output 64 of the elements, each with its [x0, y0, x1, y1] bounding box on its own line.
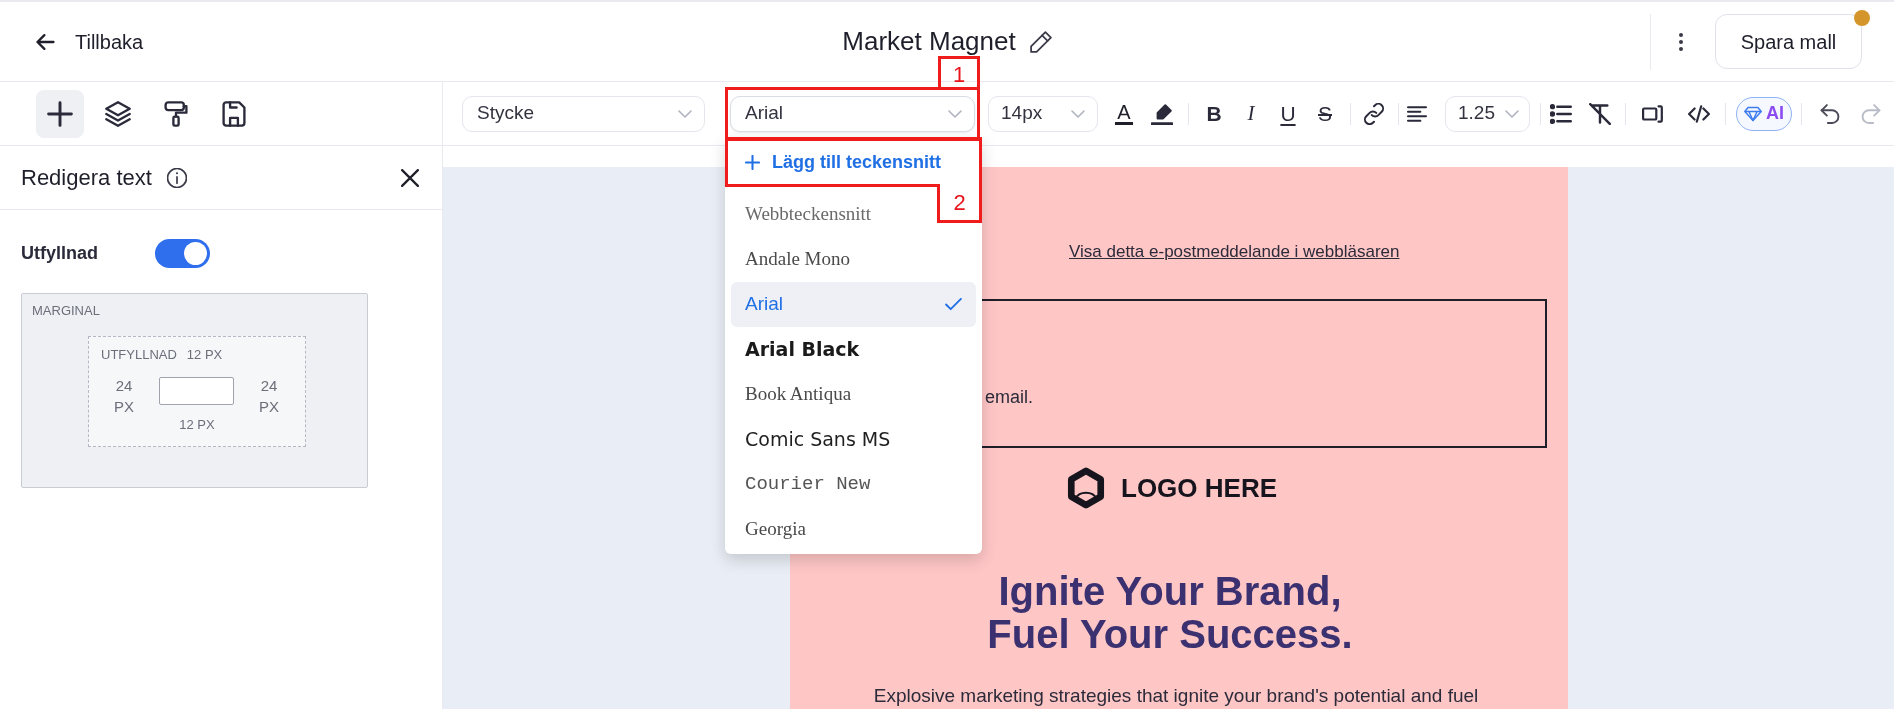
annotation-number: 1 — [938, 55, 980, 90]
layers-icon — [105, 100, 131, 127]
margin-label: MARGINAL — [32, 303, 100, 319]
plus-icon — [47, 100, 73, 127]
panel-title: Redigera text — [21, 164, 152, 192]
padding-label: UTFYLLNAD — [101, 347, 177, 363]
ai-button[interactable]: AI — [1736, 96, 1792, 131]
chevron-down-icon — [1505, 109, 1519, 118]
bold-button[interactable]: B — [1198, 97, 1230, 130]
bulleted-list-icon[interactable] — [1550, 103, 1572, 124]
clear-format-icon[interactable] — [1589, 102, 1611, 125]
font-option[interactable]: Georgia — [731, 507, 976, 552]
font-size-select[interactable]: 14px — [988, 95, 1098, 132]
chevron-down-icon — [1071, 109, 1085, 118]
body-text: email. — [985, 387, 1033, 407]
font-select[interactable]: Arial — [730, 95, 975, 132]
tag-box-icon[interactable] — [1642, 103, 1664, 124]
kebab-menu-icon[interactable] — [1678, 31, 1684, 52]
toggle-label: Utfyllnad — [21, 242, 99, 265]
align-left-icon[interactable] — [1406, 104, 1428, 123]
add-font-button[interactable]: Lägg till teckensnitt — [728, 140, 979, 184]
font-option[interactable]: Arial Black — [731, 327, 976, 372]
close-icon[interactable] — [401, 168, 419, 187]
padding-value: 12 PX — [186, 347, 223, 363]
save-template-button[interactable]: Spara mall — [1715, 14, 1862, 69]
annotation-number: 2 — [937, 184, 982, 223]
arrow-left-icon — [36, 33, 55, 50]
strikethrough-button[interactable]: S — [1309, 97, 1341, 130]
block-style-select[interactable]: Stycke — [462, 95, 705, 132]
font-option[interactable]: Courier New — [731, 462, 976, 507]
line-height-select[interactable]: 1.25 — [1445, 95, 1530, 132]
highlighter-icon[interactable] — [1151, 102, 1173, 125]
chevron-down-icon — [948, 109, 962, 118]
font-group-label: Webbteckensnitt — [745, 202, 872, 227]
padding-value: 24 PX — [258, 376, 280, 417]
browser-link[interactable]: Visa detta e-postmeddelande i webbläsaren — [1069, 242, 1400, 262]
pencil-icon[interactable] — [1029, 30, 1052, 53]
padding-toggle[interactable] — [155, 239, 210, 268]
paint-roller-icon — [163, 100, 189, 127]
headline: Ignite Your Brand, Fuel Your Success. — [987, 570, 1353, 656]
chevron-down-icon — [678, 109, 692, 118]
font-option[interactable]: Book Antiqua — [731, 372, 976, 417]
font-option[interactable]: Arial — [731, 282, 976, 327]
info-icon[interactable] — [166, 167, 187, 188]
checkmark-icon — [945, 298, 962, 311]
link-icon[interactable] — [1363, 102, 1385, 125]
back-button[interactable]: Tillbaka — [36, 21, 144, 62]
undo-icon[interactable] — [1819, 103, 1841, 124]
font-option[interactable]: Andale Mono — [731, 237, 976, 282]
code-icon[interactable] — [1688, 104, 1710, 123]
padding-value: 24 PX — [113, 376, 135, 417]
body-paragraph: Explosive marketing strategies that ignite your brand's potential and fuel — [873, 684, 1479, 708]
padding-value: 12 PX — [179, 417, 215, 433]
text-color-button[interactable]: A — [1108, 97, 1140, 130]
plus-icon — [745, 154, 760, 170]
font-option[interactable]: Comic Sans MS — [731, 417, 976, 462]
logo-text: LOGO HERE — [1121, 471, 1277, 505]
notification-dot-icon — [1854, 10, 1870, 26]
hexagon-logo-icon — [1067, 467, 1105, 509]
gem-icon — [1744, 105, 1762, 122]
underline-button[interactable]: U — [1272, 97, 1304, 130]
italic-button[interactable]: I — [1235, 97, 1267, 130]
template-title: Market Magnet — [842, 25, 1016, 58]
sidebar-tab[interactable] — [36, 89, 84, 138]
